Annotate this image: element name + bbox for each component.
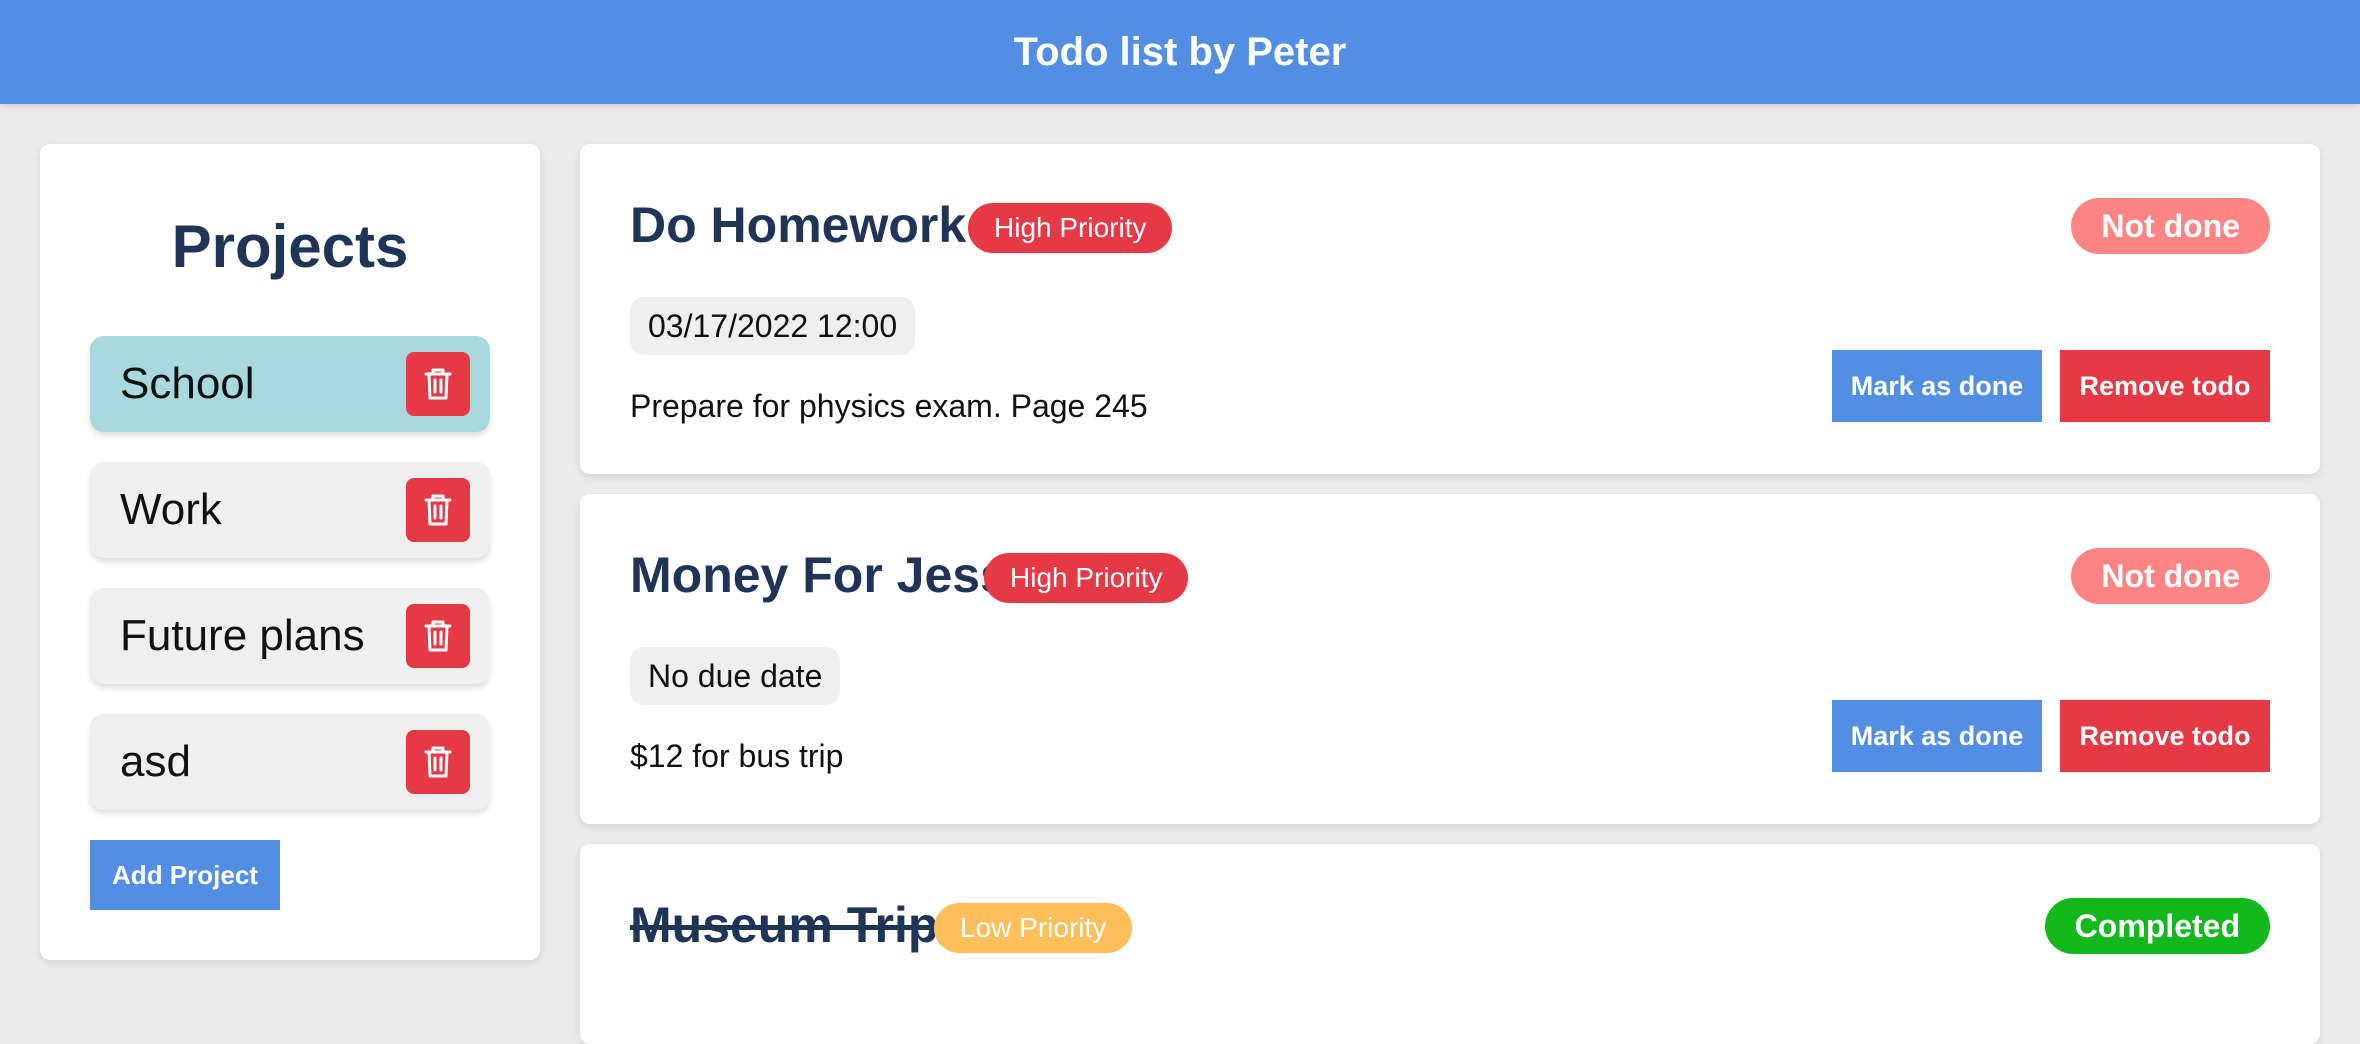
mark-as-done-button[interactable]: Mark as done <box>1832 350 2042 422</box>
add-project-button[interactable]: Add Project <box>90 840 280 910</box>
due-date-badge: 03/17/2022 12:00 <box>630 297 916 355</box>
todo-card: Museum Trip Low Priority Completed <box>580 844 2320 1044</box>
trash-icon <box>424 746 452 778</box>
app-header: Todo list by Peter <box>0 0 2360 104</box>
trash-icon <box>424 620 452 652</box>
projects-heading: Projects <box>171 213 409 280</box>
delete-project-button[interactable] <box>406 478 470 542</box>
status-toggle[interactable]: Completed <box>2044 898 2270 954</box>
trash-icon <box>424 494 452 526</box>
project-label: asd <box>120 737 191 786</box>
status-toggle[interactable]: Not done <box>2071 548 2270 604</box>
priority-badge: High Priority <box>984 553 1189 603</box>
project-label: School <box>120 359 255 408</box>
delete-project-button[interactable] <box>406 352 470 416</box>
todo-card: Money For Jess High Priority Not done No… <box>580 494 2320 824</box>
status-toggle[interactable]: Not done <box>2071 198 2270 254</box>
app-title: Todo list by Peter <box>1013 29 1347 74</box>
project-item-work[interactable]: Work <box>90 462 490 558</box>
project-item-asd[interactable]: asd <box>90 714 490 810</box>
todo-title: Do Homework <box>630 197 967 253</box>
todo-title: Money For Jess <box>630 547 1008 603</box>
project-item-school[interactable]: School <box>90 336 490 432</box>
todo-description: $12 for bus trip <box>630 738 844 774</box>
project-label: Work <box>120 485 222 534</box>
todo-description: Prepare for physics exam. Page 245 <box>630 388 1148 424</box>
priority-badge: Low Priority <box>934 903 1133 953</box>
project-item-future-plans[interactable]: Future plans <box>90 588 490 684</box>
mark-as-done-button[interactable]: Mark as done <box>1832 700 2042 772</box>
priority-badge: High Priority <box>968 203 1173 253</box>
remove-todo-button[interactable]: Remove todo <box>2060 350 2270 422</box>
trash-icon <box>424 368 452 400</box>
remove-todo-button[interactable]: Remove todo <box>2060 700 2270 772</box>
due-date-badge: No due date <box>630 647 841 705</box>
delete-project-button[interactable] <box>406 730 470 794</box>
project-label: Future plans <box>120 611 365 660</box>
delete-project-button[interactable] <box>406 604 470 668</box>
todo-title: Museum Trip <box>630 897 939 953</box>
todo-card: Do Homework High Priority Not done 03/17… <box>580 144 2320 474</box>
